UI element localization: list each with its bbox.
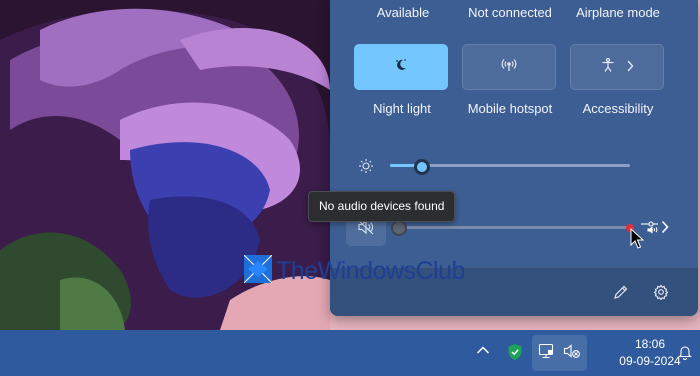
volume-track [398, 226, 632, 229]
volume-slider-thumb[interactable] [391, 220, 407, 236]
bluetooth-status-label: Not connected [468, 5, 552, 20]
accessibility-toggle[interactable] [570, 44, 664, 90]
volume-muted-icon[interactable] [563, 343, 581, 359]
clock-date: 09-09-2024 [619, 354, 681, 368]
network-icon[interactable] [538, 343, 554, 359]
chevron-right-icon[interactable] [661, 220, 669, 239]
mobile-hotspot-label: Mobile hotspot [467, 101, 553, 116]
hotspot-icon [501, 57, 517, 78]
windows-logo-icon [243, 254, 273, 288]
accessibility-label: Accessibility [582, 101, 654, 116]
taskbar-clock[interactable]: 18:06 09-09-2024 [612, 336, 688, 370]
clock-time: 18:06 [634, 337, 666, 351]
chevron-up-icon[interactable] [476, 345, 490, 355]
mobile-hotspot-toggle[interactable] [462, 44, 556, 90]
shield-check-icon[interactable] [507, 343, 523, 361]
brightness-slider-thumb[interactable] [414, 159, 430, 175]
night-light-icon [393, 57, 409, 78]
pencil-icon[interactable] [613, 284, 629, 305]
watermark-text: TheWindowsClub [276, 257, 465, 285]
taskbar [0, 330, 700, 376]
wifi-status-label: Available [376, 5, 430, 20]
site-watermark: TheWindowsClub [243, 254, 465, 288]
bell-icon[interactable] [678, 344, 692, 360]
accessibility-icon [600, 57, 616, 78]
chevron-right-icon [626, 59, 634, 75]
gear-icon[interactable] [653, 284, 669, 305]
no-audio-tooltip: No audio devices found [308, 191, 456, 222]
airplane-mode-label: Airplane mode [576, 5, 660, 20]
night-light-toggle[interactable] [354, 44, 448, 90]
sun-icon [358, 158, 374, 179]
mouse-cursor-icon [630, 227, 645, 255]
night-light-label: Night light [373, 101, 431, 116]
